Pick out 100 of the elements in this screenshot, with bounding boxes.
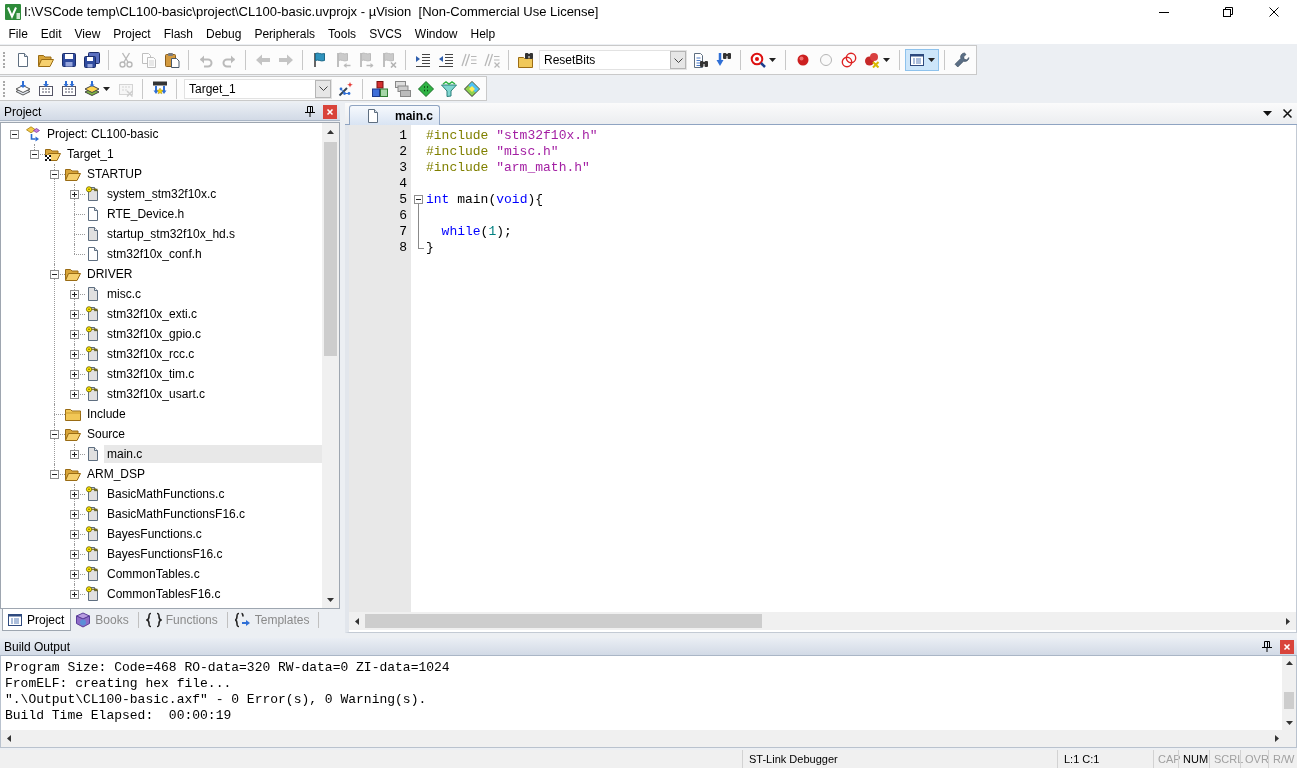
minus-box-icon[interactable] [10,129,19,139]
plus-box-icon[interactable] [70,309,79,319]
panel-tab[interactable]: Project [2,609,72,631]
scrollbar-thumb[interactable] [1284,692,1294,709]
file-icon [85,206,101,222]
plus-box-icon[interactable] [70,549,79,559]
menu-item[interactable]: Peripherals [247,24,322,43]
tree-item[interactable]: stm32f10x_tim.c [104,365,198,383]
magic-wand-icon [337,80,354,97]
tree-item[interactable]: CommonTables.c [104,565,203,583]
tree-item[interactable]: system_stm32f10x.c [104,185,220,203]
plus-box-icon[interactable] [70,329,79,339]
open-folder-icon [65,266,81,282]
minus-box-icon[interactable] [50,269,59,279]
minus-box-icon[interactable] [50,429,59,439]
left-arrow-icon [6,735,11,742]
tree-item[interactable]: BayesFunctions.c [104,525,205,543]
panel-title: Project [4,104,43,119]
menu-item[interactable]: Debug [199,24,248,43]
left-arrow-icon [254,52,271,68]
target-combo[interactable]: Target_1 [184,78,332,99]
horizontal-scrollbar[interactable] [349,612,1296,630]
outdent-icon [437,52,454,68]
vertical-scrollbar[interactable] [322,123,339,608]
pin-icon[interactable] [305,106,315,117]
menu-item[interactable]: Help [464,24,502,43]
checkered-diamond-icon [463,80,480,97]
plus-box-icon[interactable] [70,529,79,539]
dropdown-button[interactable] [315,79,331,98]
tree-item[interactable]: BayesFunctionsF16.c [104,545,226,563]
code-line: while(1); [440,224,512,240]
minus-box-icon[interactable] [50,169,59,179]
plus-box-icon[interactable] [70,349,79,359]
tree-item[interactable]: startup_stm32f10x_hd.s [104,225,239,243]
menu-item[interactable]: Edit [34,24,69,43]
tree-item[interactable]: ARM_DSP [84,465,148,483]
stacked-windows-icon [394,80,411,97]
menu-item[interactable]: Window [408,24,464,43]
tree-item[interactable]: RTE_Device.h [104,205,188,223]
scrollbar-thumb[interactable] [324,142,337,356]
menu-item[interactable]: Flash [157,24,200,43]
vertical-scrollbar[interactable] [1282,656,1296,730]
editor-tab[interactable]: main.c [349,105,440,125]
find-combo[interactable]: ResetBits [539,50,687,70]
file-icon [85,246,101,262]
plus-box-icon[interactable] [70,589,79,599]
menu-item[interactable]: SVCS [362,24,409,43]
tree-item[interactable]: CommonTablesF16.c [104,585,224,603]
tree-item[interactable]: stm32f10x_rcc.c [104,345,198,363]
dropdown-button[interactable] [670,51,686,69]
tree-item[interactable]: main.c [104,445,322,463]
plus-box-icon[interactable] [70,369,79,379]
minus-box-icon[interactable] [414,195,423,204]
funnel-icon [440,80,457,97]
pin-icon[interactable] [1262,641,1272,652]
tree-item[interactable]: stm32f10x_conf.h [104,245,205,263]
key-indicator: OVR [1245,753,1269,765]
tree-item[interactable]: Target_1 [64,145,117,163]
horizontal-scrollbar[interactable] [1,730,1296,747]
tree-item[interactable]: stm32f10x_exti.c [104,305,201,323]
shaded-file-icon [85,226,101,242]
indent-icon [414,52,431,68]
output-line: FromELF: creating hex file... [5,676,232,692]
flag-arrow-icon [334,52,351,68]
menu-item[interactable]: Tools [321,24,363,43]
menu-item[interactable]: View [68,24,107,43]
menu-item[interactable]: File [2,24,35,43]
restore-icon [1223,6,1233,17]
line-number: 4 [399,176,407,192]
plus-box-icon[interactable] [70,569,79,579]
plus-box-icon[interactable] [70,189,79,199]
tree-item[interactable]: Include [84,405,129,423]
tree-item[interactable]: misc.c [104,285,144,303]
minus-box-icon[interactable] [50,469,59,479]
tree-item[interactable]: BasicMathFunctionsF16.c [104,505,249,523]
caret-icon[interactable] [1263,111,1272,116]
tree-item[interactable]: BasicMathFunctions.c [104,485,228,503]
scrollbar-thumb[interactable] [365,614,762,628]
tree-item[interactable]: DRIVER [84,265,136,283]
file-key-icon [85,386,101,402]
file-key-icon [85,526,101,542]
windows-button[interactable] [905,49,939,71]
plus-box-icon[interactable] [70,389,79,399]
tree-item[interactable]: stm32f10x_usart.c [104,385,209,403]
file-key-icon [85,566,101,582]
plus-box-icon[interactable] [70,449,79,459]
line-number: 6 [399,208,407,224]
file-key-icon [85,306,101,322]
minus-box-icon[interactable] [30,149,39,159]
tree-item[interactable]: stm32f10x_gpio.c [104,325,205,343]
open-folder-icon [65,166,81,182]
tree-item[interactable]: Source [84,425,129,443]
plus-box-icon[interactable] [70,509,79,519]
plus-box-icon[interactable] [70,289,79,299]
tree-item[interactable]: STARTUP [84,165,145,183]
menu-item[interactable]: Project [106,24,158,43]
plus-box-icon[interactable] [70,489,79,499]
tree-item[interactable]: Project: CL100-basic [44,125,162,143]
cursor-position: L:1 C:1 [1064,753,1100,765]
close-icon[interactable] [1283,109,1292,118]
